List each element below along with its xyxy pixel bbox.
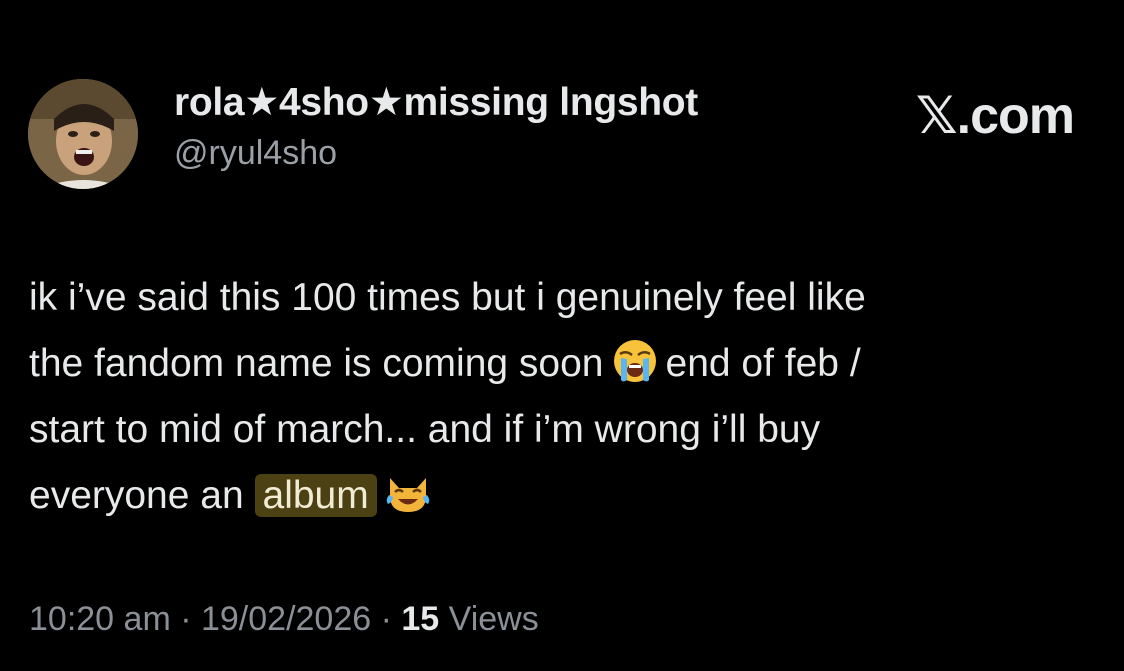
meta-separator: · — [371, 600, 402, 638]
tweet-date[interactable]: 19/02/2026 — [201, 600, 371, 638]
tweet-line-2: the fandom name is coming soon end of fe… — [29, 331, 1099, 397]
x-com-logo: 𝕏.com — [915, 87, 1075, 145]
meta-separator: · — [170, 600, 201, 638]
tweet-line-4: everyone an album — [29, 463, 1099, 529]
avatar[interactable] — [28, 79, 138, 189]
user-handle[interactable]: @ryul4sho — [174, 134, 337, 173]
views-count[interactable]: 15 — [401, 600, 439, 638]
display-name[interactable]: rola★4sho★missing lngshot — [174, 80, 698, 125]
tweet-line-2-start: the fandom name is coming soon — [29, 342, 604, 385]
tweet-line-3: start to mid of march... and if i’m wron… — [29, 408, 821, 451]
tweet-line-4-start: everyone an — [29, 474, 244, 517]
views-label: Views — [439, 600, 539, 638]
tweet-line-2-end: end of feb / — [665, 342, 861, 385]
cat-with-tears-of-joy-emoji-icon — [386, 478, 430, 512]
avatar-image — [28, 79, 138, 189]
tweet-line-1: ik i’ve said this 100 times but i genuin… — [29, 276, 866, 319]
highlighted-word: album — [254, 474, 377, 517]
tweet-meta: 10:20 am · 19/02/2026 · 15 Views — [29, 600, 539, 639]
tweet-time[interactable]: 10:20 am — [29, 600, 171, 638]
tweet-text: ik i’ve said this 100 times but i genuin… — [29, 265, 1099, 529]
loudly-crying-face-emoji-icon — [613, 340, 656, 382]
